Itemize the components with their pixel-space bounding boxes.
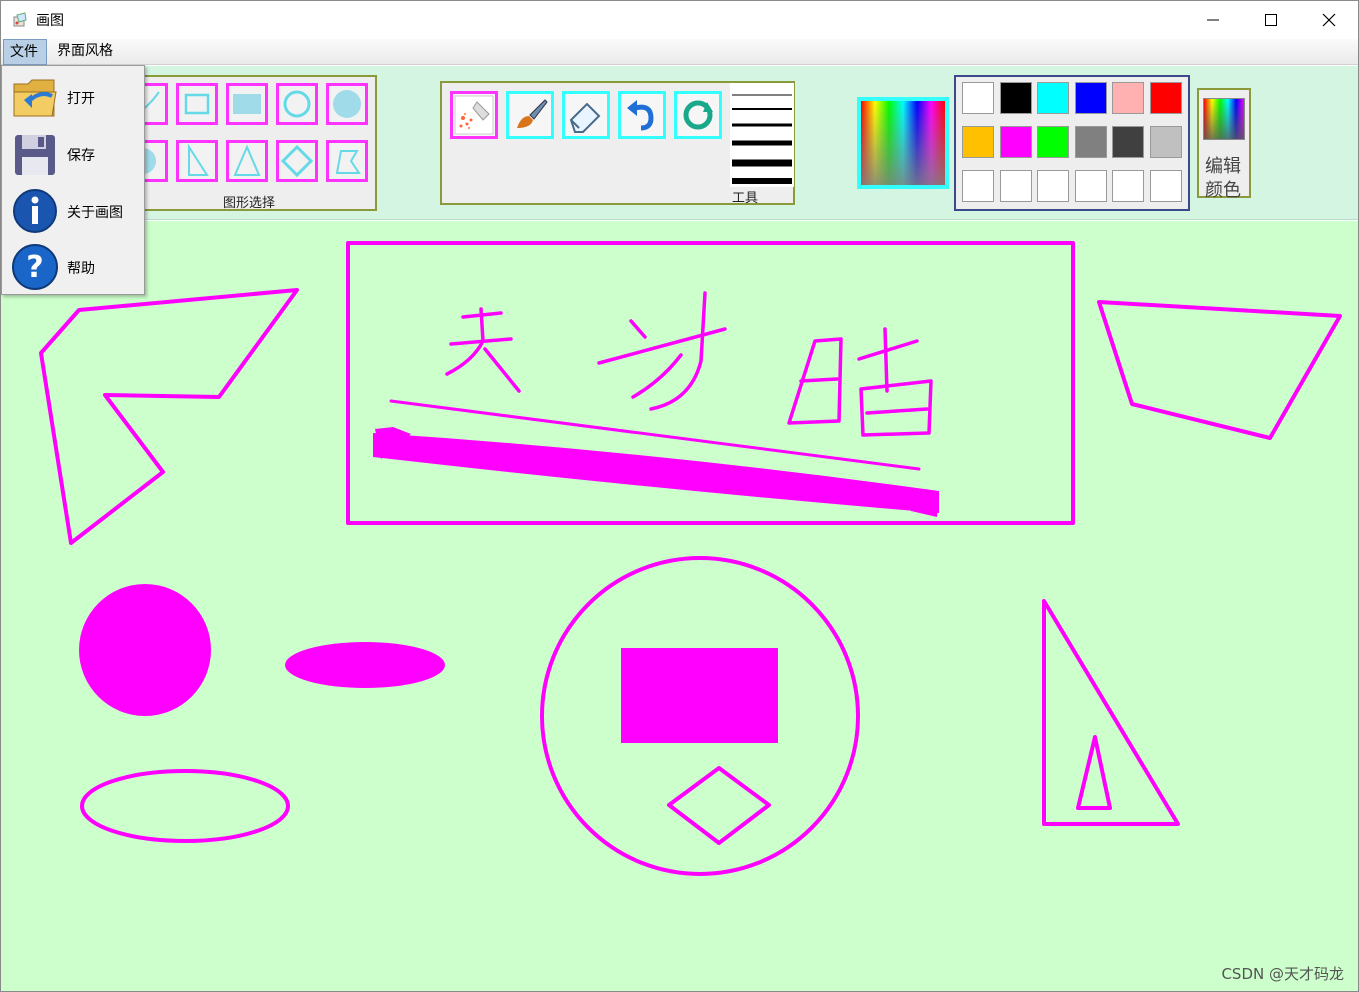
title-bar: 画图 <box>1 1 1358 39</box>
menu-item-open[interactable]: 打开 <box>2 68 144 124</box>
tools-panel: 工具 <box>440 81 795 206</box>
canvas-polygon-left <box>39 288 299 545</box>
canvas-handwriting <box>445 291 933 437</box>
canvas-outline-ellipse <box>80 769 290 843</box>
edit-colors-label-2: 颜色 <box>1205 180 1241 201</box>
undo-tool-button[interactable] <box>618 91 666 139</box>
color-palette <box>954 75 1190 211</box>
polygon-shape-icon <box>335 150 361 174</box>
palette-swatch[interactable] <box>1074 82 1107 114</box>
eraser-tool-button[interactable] <box>562 91 610 139</box>
menu-file[interactable]: 文件 <box>3 39 47 65</box>
window-title: 画图 <box>36 13 64 29</box>
palette-swatch[interactable] <box>999 126 1032 158</box>
canvas-quad-right <box>1097 300 1342 440</box>
canvas-small-triangle <box>1076 735 1112 810</box>
app-icon <box>13 12 27 27</box>
menu-item-help-label: 帮助 <box>67 261 95 277</box>
palette-swatch[interactable] <box>1074 126 1107 158</box>
diamond-shape-icon <box>280 144 314 178</box>
maximize-icon <box>1265 14 1277 26</box>
edit-colors-label-1: 编辑 <box>1205 156 1241 177</box>
palette-swatch[interactable] <box>1037 82 1069 114</box>
watermark: CSDN @天才码龙 <box>1221 965 1344 983</box>
canvas-filled-rectangle <box>621 648 778 743</box>
palette-swatch[interactable] <box>1037 126 1069 158</box>
redo-tool-button[interactable] <box>674 91 722 139</box>
palette-swatch[interactable] <box>1112 126 1144 158</box>
tools-panel-label: 工具 <box>732 191 759 206</box>
shape-triangle-button[interactable] <box>226 140 268 182</box>
canvas-diamond <box>667 766 771 845</box>
shape-circle-button[interactable] <box>276 83 318 125</box>
eraser-icon <box>569 102 601 133</box>
drawing-canvas[interactable]: CSDN @天才码龙 <box>1 221 1358 991</box>
maximize-button[interactable] <box>1242 1 1300 39</box>
undo-icon <box>627 100 654 131</box>
palette-swatch[interactable] <box>999 82 1032 114</box>
brush-tool-button[interactable] <box>506 91 554 139</box>
menu-item-about-label: 关于画图 <box>67 205 123 221</box>
help-icon: ? <box>12 244 58 290</box>
canvas-filled-circle <box>79 584 211 716</box>
edit-colors-icon <box>1203 98 1245 140</box>
canvas-brush-stroke <box>373 433 939 513</box>
color-spectrum <box>861 101 945 185</box>
palette-swatch[interactable] <box>999 170 1032 202</box>
palette-swatch[interactable] <box>1112 170 1144 202</box>
canvas-drawing <box>39 241 1342 876</box>
canvas-right-triangle <box>1042 599 1180 826</box>
redo-icon <box>683 100 713 130</box>
right-triangle-shape-icon <box>188 143 209 176</box>
palette-swatch[interactable] <box>962 170 994 202</box>
palette-swatch[interactable] <box>1074 170 1107 202</box>
canvas-filled-ellipse <box>285 642 445 688</box>
floppy-save-icon <box>15 135 55 175</box>
spray-tool-button[interactable] <box>450 91 498 139</box>
shape-rectangle-button[interactable] <box>176 83 218 125</box>
menu-item-save-label: 保存 <box>67 148 95 164</box>
spray-icon <box>454 95 494 135</box>
info-icon <box>13 189 57 233</box>
filled-rectangle-shape-icon <box>233 94 261 114</box>
close-button[interactable] <box>1300 1 1358 39</box>
folder-open-icon <box>13 79 57 117</box>
current-color-swatch[interactable] <box>857 97 949 189</box>
menu-bar: 文件 界面风格 <box>1 39 1358 65</box>
shape-filled-rectangle-button[interactable] <box>226 83 268 125</box>
brush-icon <box>517 99 548 128</box>
paint-window: 画图 文件 界面风格 图形选择 工具 编辑 颜色 CSDN @天才码龙 打开 保… <box>0 0 1359 992</box>
shape-right-triangle-button[interactable] <box>176 140 218 182</box>
palette-swatch[interactable] <box>1149 82 1182 114</box>
filled-circle-shape-icon <box>333 90 361 118</box>
shape-panel: 图形选择 <box>126 75 377 211</box>
menu-item-help[interactable]: ? 帮助 <box>2 238 144 294</box>
line-width-selector[interactable] <box>730 83 794 187</box>
palette-swatch[interactable] <box>962 126 994 158</box>
rectangle-shape-icon <box>184 93 210 115</box>
menu-item-open-label: 打开 <box>67 91 95 107</box>
menu-item-about[interactable]: 关于画图 <box>2 182 144 238</box>
close-icon <box>1322 13 1336 27</box>
palette-swatch[interactable] <box>1149 170 1182 202</box>
palette-swatch[interactable] <box>962 82 994 114</box>
palette-swatch[interactable] <box>1112 82 1144 114</box>
palette-swatch[interactable] <box>1037 170 1069 202</box>
menu-ui-style[interactable]: 界面风格 <box>51 39 119 65</box>
edit-colors-button[interactable]: 编辑 颜色 <box>1197 88 1251 201</box>
menu-item-save[interactable]: 保存 <box>2 125 144 181</box>
minimize-button[interactable] <box>1184 1 1242 39</box>
file-menu-dropdown: 打开 保存 关于画图 ? 帮助 <box>1 65 145 295</box>
svg-text:?: ? <box>26 250 43 285</box>
shape-polygon-button[interactable] <box>326 140 368 182</box>
shape-panel-label: 图形选择 <box>223 196 276 211</box>
triangle-shape-icon <box>233 144 261 176</box>
circle-shape-icon <box>283 90 311 118</box>
palette-swatch[interactable] <box>1149 126 1182 158</box>
shape-filled-circle-button[interactable] <box>326 83 368 125</box>
shape-diamond-button[interactable] <box>276 140 318 182</box>
minimize-icon <box>1207 19 1219 21</box>
toolbar: 图形选择 工具 编辑 颜色 <box>1 66 1358 220</box>
